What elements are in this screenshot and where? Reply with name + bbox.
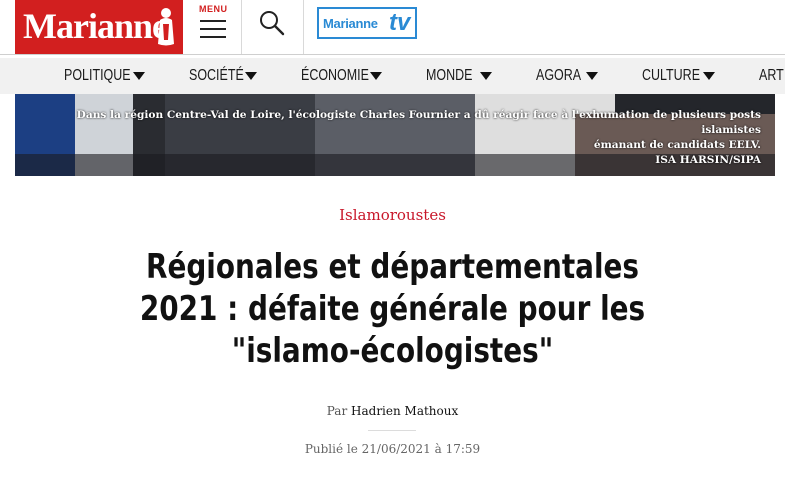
nav-item-art[interactable]: ART D — [759, 58, 785, 94]
menu-label: MENU — [199, 4, 228, 14]
byline-divider — [368, 430, 416, 431]
logo-text: Marianne — [23, 6, 168, 46]
byline: Par Hadrien Mathoux — [0, 404, 785, 418]
chevron-down-icon[interactable] — [132, 69, 146, 83]
caption-line: émanant de candidats EELV. — [593, 139, 761, 151]
top-header: Marianne MENU Marianne tv — [0, 0, 785, 54]
chevron-down-icon[interactable] — [369, 69, 383, 83]
tv-logo-suffix: tv — [389, 9, 411, 36]
article-kicker[interactable]: Islamoroustes — [0, 206, 785, 224]
nav-item-label: AGORA — [536, 67, 582, 84]
chevron-down-icon[interactable] — [702, 69, 716, 83]
nav-item-label: ART D — [759, 67, 785, 84]
nav-item-label: POLITIQUE — [64, 67, 131, 84]
nav-item-monde[interactable]: MONDE — [426, 58, 486, 94]
divider — [303, 0, 304, 54]
nav-item-label: MONDE — [426, 67, 473, 84]
chevron-down-icon[interactable] — [585, 69, 599, 83]
search-button[interactable] — [241, 0, 303, 54]
article-title: Régionales et départementales 2021 : déf… — [139, 247, 646, 371]
chevron-down-icon[interactable] — [244, 69, 258, 83]
nav-item-label: ÉCONOMIE — [301, 67, 369, 84]
nav-item-label: CULTURE — [642, 67, 701, 84]
marianne-tv-logo[interactable]: Marianne tv — [317, 7, 417, 39]
chevron-down-icon[interactable] — [479, 69, 493, 83]
hero-image: Dans la région Centre-Val de Loire, l'éc… — [15, 94, 775, 176]
main-nav: POLITIQUE SOCIÉTÉ ÉCONOMIE MONDE AGORA C… — [0, 58, 785, 94]
nav-item-label: SOCIÉTÉ — [189, 67, 244, 84]
tv-logo-brand: Marianne — [323, 16, 378, 31]
hamburger-icon — [200, 20, 226, 40]
header-border — [0, 54, 785, 55]
byline-prefix: Par — [326, 404, 348, 418]
photo-credit: ISA HARSIN/SIPA — [655, 154, 761, 166]
publish-date: Publié le 21/06/2021 à 17:59 — [304, 442, 481, 456]
author-link[interactable]: Hadrien Mathoux — [351, 404, 458, 418]
hero-caption: Dans la région Centre-Val de Loire, l'éc… — [61, 108, 761, 168]
search-icon — [260, 11, 285, 36]
caption-line: Dans la région Centre-Val de Loire, l'éc… — [76, 109, 761, 136]
marianne-figure-icon — [158, 8, 174, 46]
menu-button[interactable]: MENU — [183, 0, 241, 54]
marianne-logo[interactable]: Marianne — [15, 0, 183, 54]
